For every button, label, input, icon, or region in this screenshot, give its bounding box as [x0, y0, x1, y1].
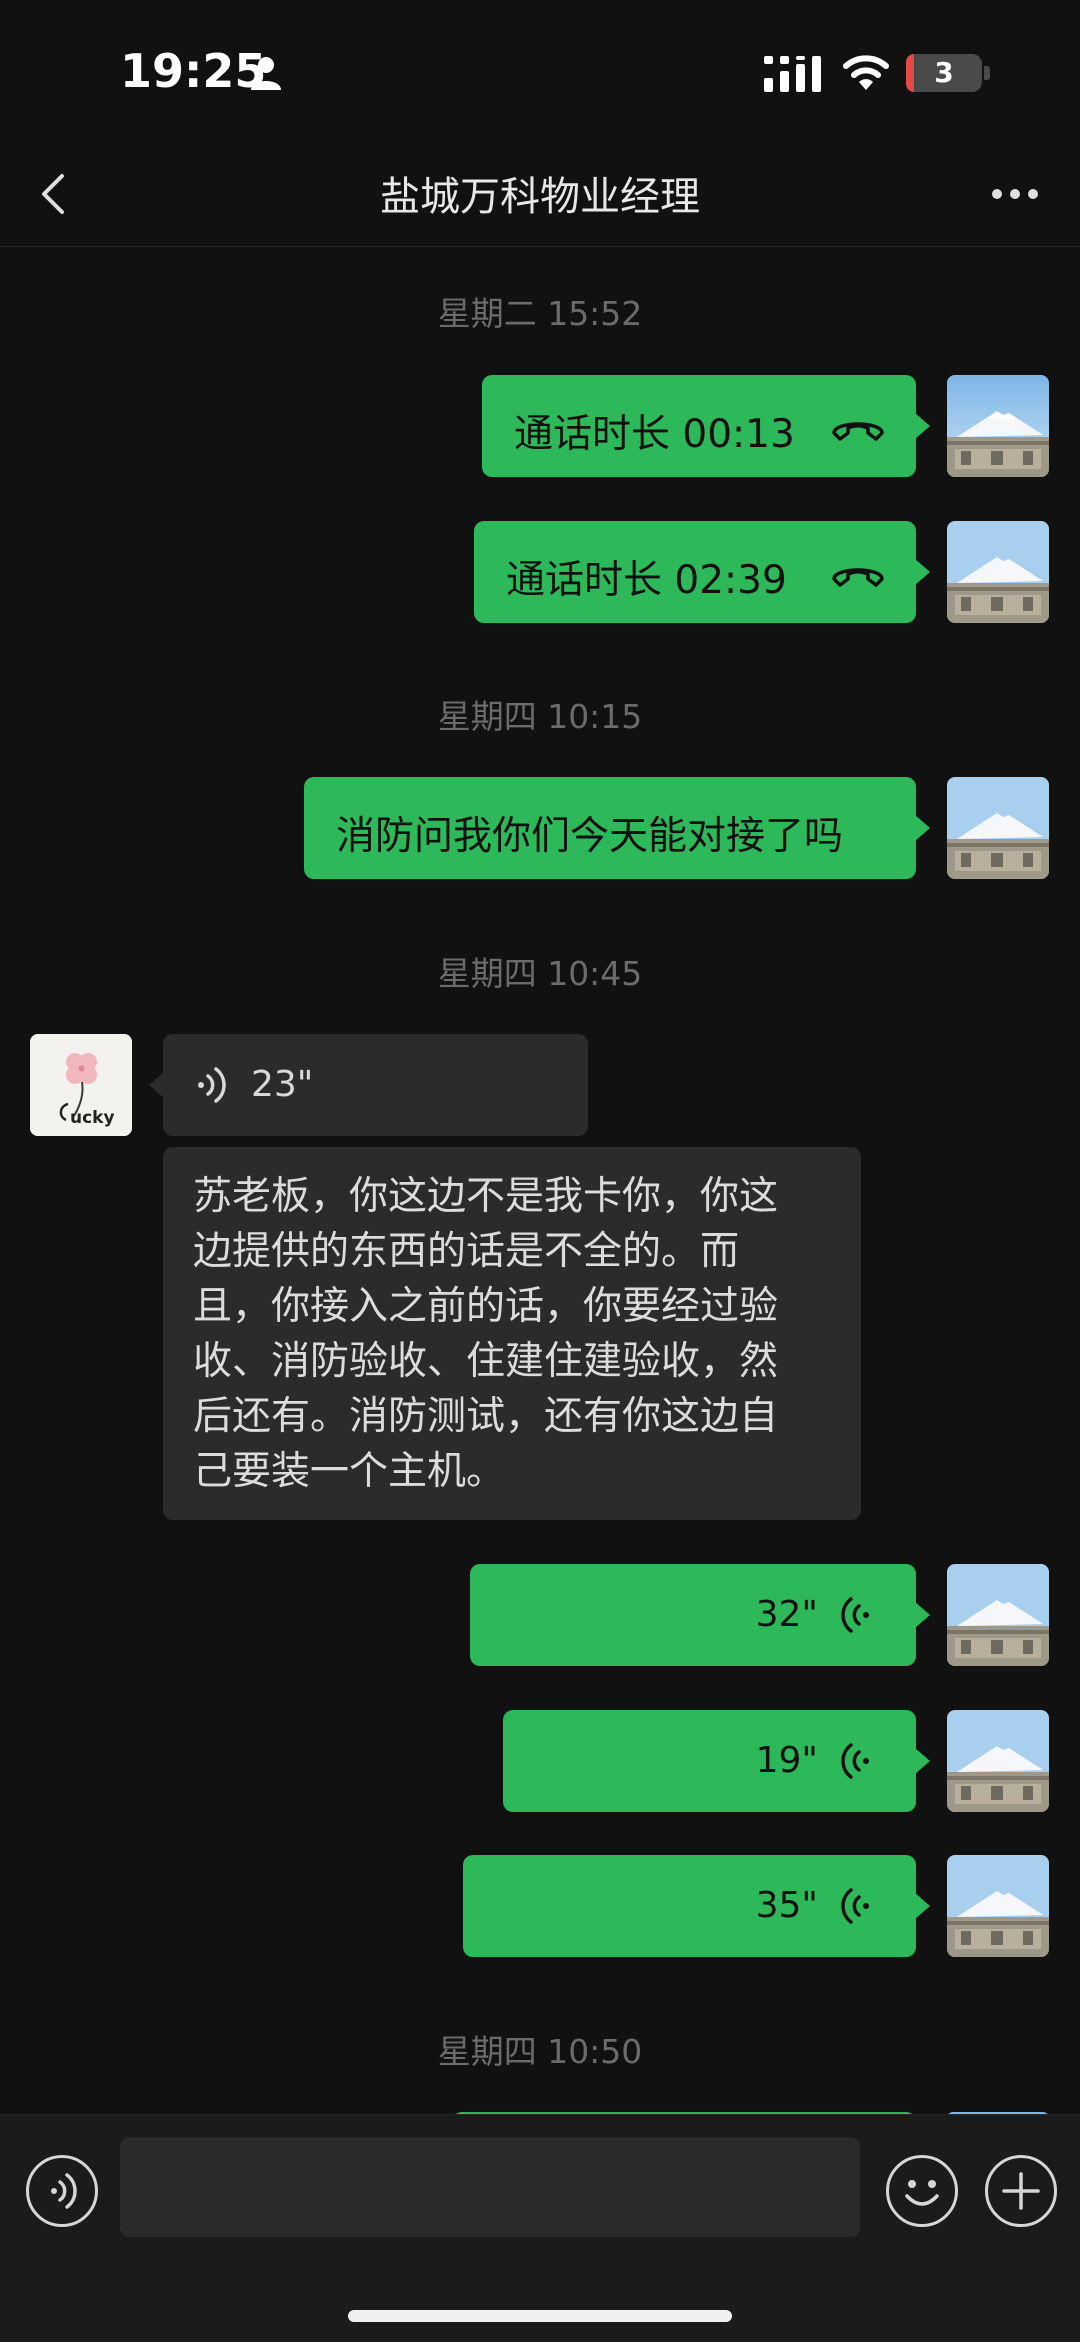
status-time: 19:25: [120, 44, 267, 98]
avatar[interactable]: [947, 1855, 1049, 1957]
voice-mode-icon: [51, 2173, 77, 2209]
avatar[interactable]: [947, 777, 1049, 879]
chat-title: 盐城万科物业经理: [380, 174, 700, 220]
voice-icon: [841, 1597, 869, 1633]
status-bar: 19:25 3: [0, 0, 1080, 140]
transcript-text: 苏老板，你这边不是我卡你，你这边提供的东西的话是不全的。而且，你接入之前的话，你…: [193, 1174, 779, 1494]
chat-header: 盐城万科物业经理: [0, 140, 1080, 247]
avatar[interactable]: [947, 521, 1049, 623]
hang-up-icon: [832, 568, 884, 587]
battery-cap: [984, 66, 990, 80]
more-dots-icon[interactable]: [980, 164, 1050, 224]
voice-duration: 23": [251, 1064, 314, 1105]
voice-duration: 32": [755, 1594, 818, 1635]
voice-mode-button[interactable]: [26, 2155, 98, 2227]
emoji-icon: [905, 2180, 939, 2206]
plus-icon: [1002, 2172, 1040, 2210]
call-duration-text: 通话时长 02:39: [506, 558, 787, 603]
call-record-bubble[interactable]: 通话时长 02:39: [474, 521, 930, 623]
timestamp: 星期四 10:45: [437, 954, 643, 993]
emoji-button[interactable]: [886, 2155, 958, 2227]
voice-duration: 19": [755, 1740, 818, 1781]
timestamp: 星期二 15:52: [437, 294, 643, 333]
call-record-bubble[interactable]: 通话时长 00:13: [482, 375, 930, 477]
wifi-icon: [843, 55, 889, 90]
voice-duration: 35": [755, 1885, 818, 1926]
avatar[interactable]: [947, 1564, 1049, 1666]
cellular-signal-icon: [764, 56, 821, 92]
voice-transcript-box[interactable]: 苏老板，你这边不是我卡你，你这边提供的东西的话是不全的。而且，你接入之前的话，你…: [163, 1147, 861, 1520]
plus-button[interactable]: [985, 2155, 1057, 2227]
chevron-left-icon[interactable]: [30, 164, 90, 224]
avatar[interactable]: ucky: [30, 1034, 132, 1136]
voice-message-bubble[interactable]: 35": [463, 1855, 930, 1957]
call-duration-text: 通话时长 00:13: [514, 412, 795, 457]
person-icon: [251, 57, 281, 90]
timestamp: 星期四 10:50: [437, 2032, 643, 2071]
voice-icon: [841, 1888, 869, 1924]
voice-message-bubble[interactable]: 19": [503, 1710, 930, 1812]
hang-up-icon: [832, 422, 884, 441]
message-text: 消防问我你们今天能对接了吗: [336, 814, 844, 859]
voice-icon: [841, 1743, 869, 1779]
home-indicator[interactable]: [348, 2310, 732, 2322]
battery-percentage: 3: [934, 56, 954, 89]
voice-message-bubble[interactable]: 32": [470, 1564, 930, 1666]
voice-icon: [198, 1067, 226, 1103]
message-input[interactable]: [120, 2137, 860, 2237]
message-bubble[interactable]: 消防问我你们今天能对接了吗: [304, 777, 930, 879]
avatar-text: ucky: [70, 1108, 115, 1128]
avatar[interactable]: [947, 375, 1049, 477]
voice-message-bubble[interactable]: 23": [149, 1034, 588, 1136]
input-bar: [0, 2114, 1080, 2342]
battery-indicator: 3: [906, 54, 982, 92]
avatar[interactable]: [947, 1710, 1049, 1812]
timestamp: 星期四 10:15: [437, 697, 643, 736]
